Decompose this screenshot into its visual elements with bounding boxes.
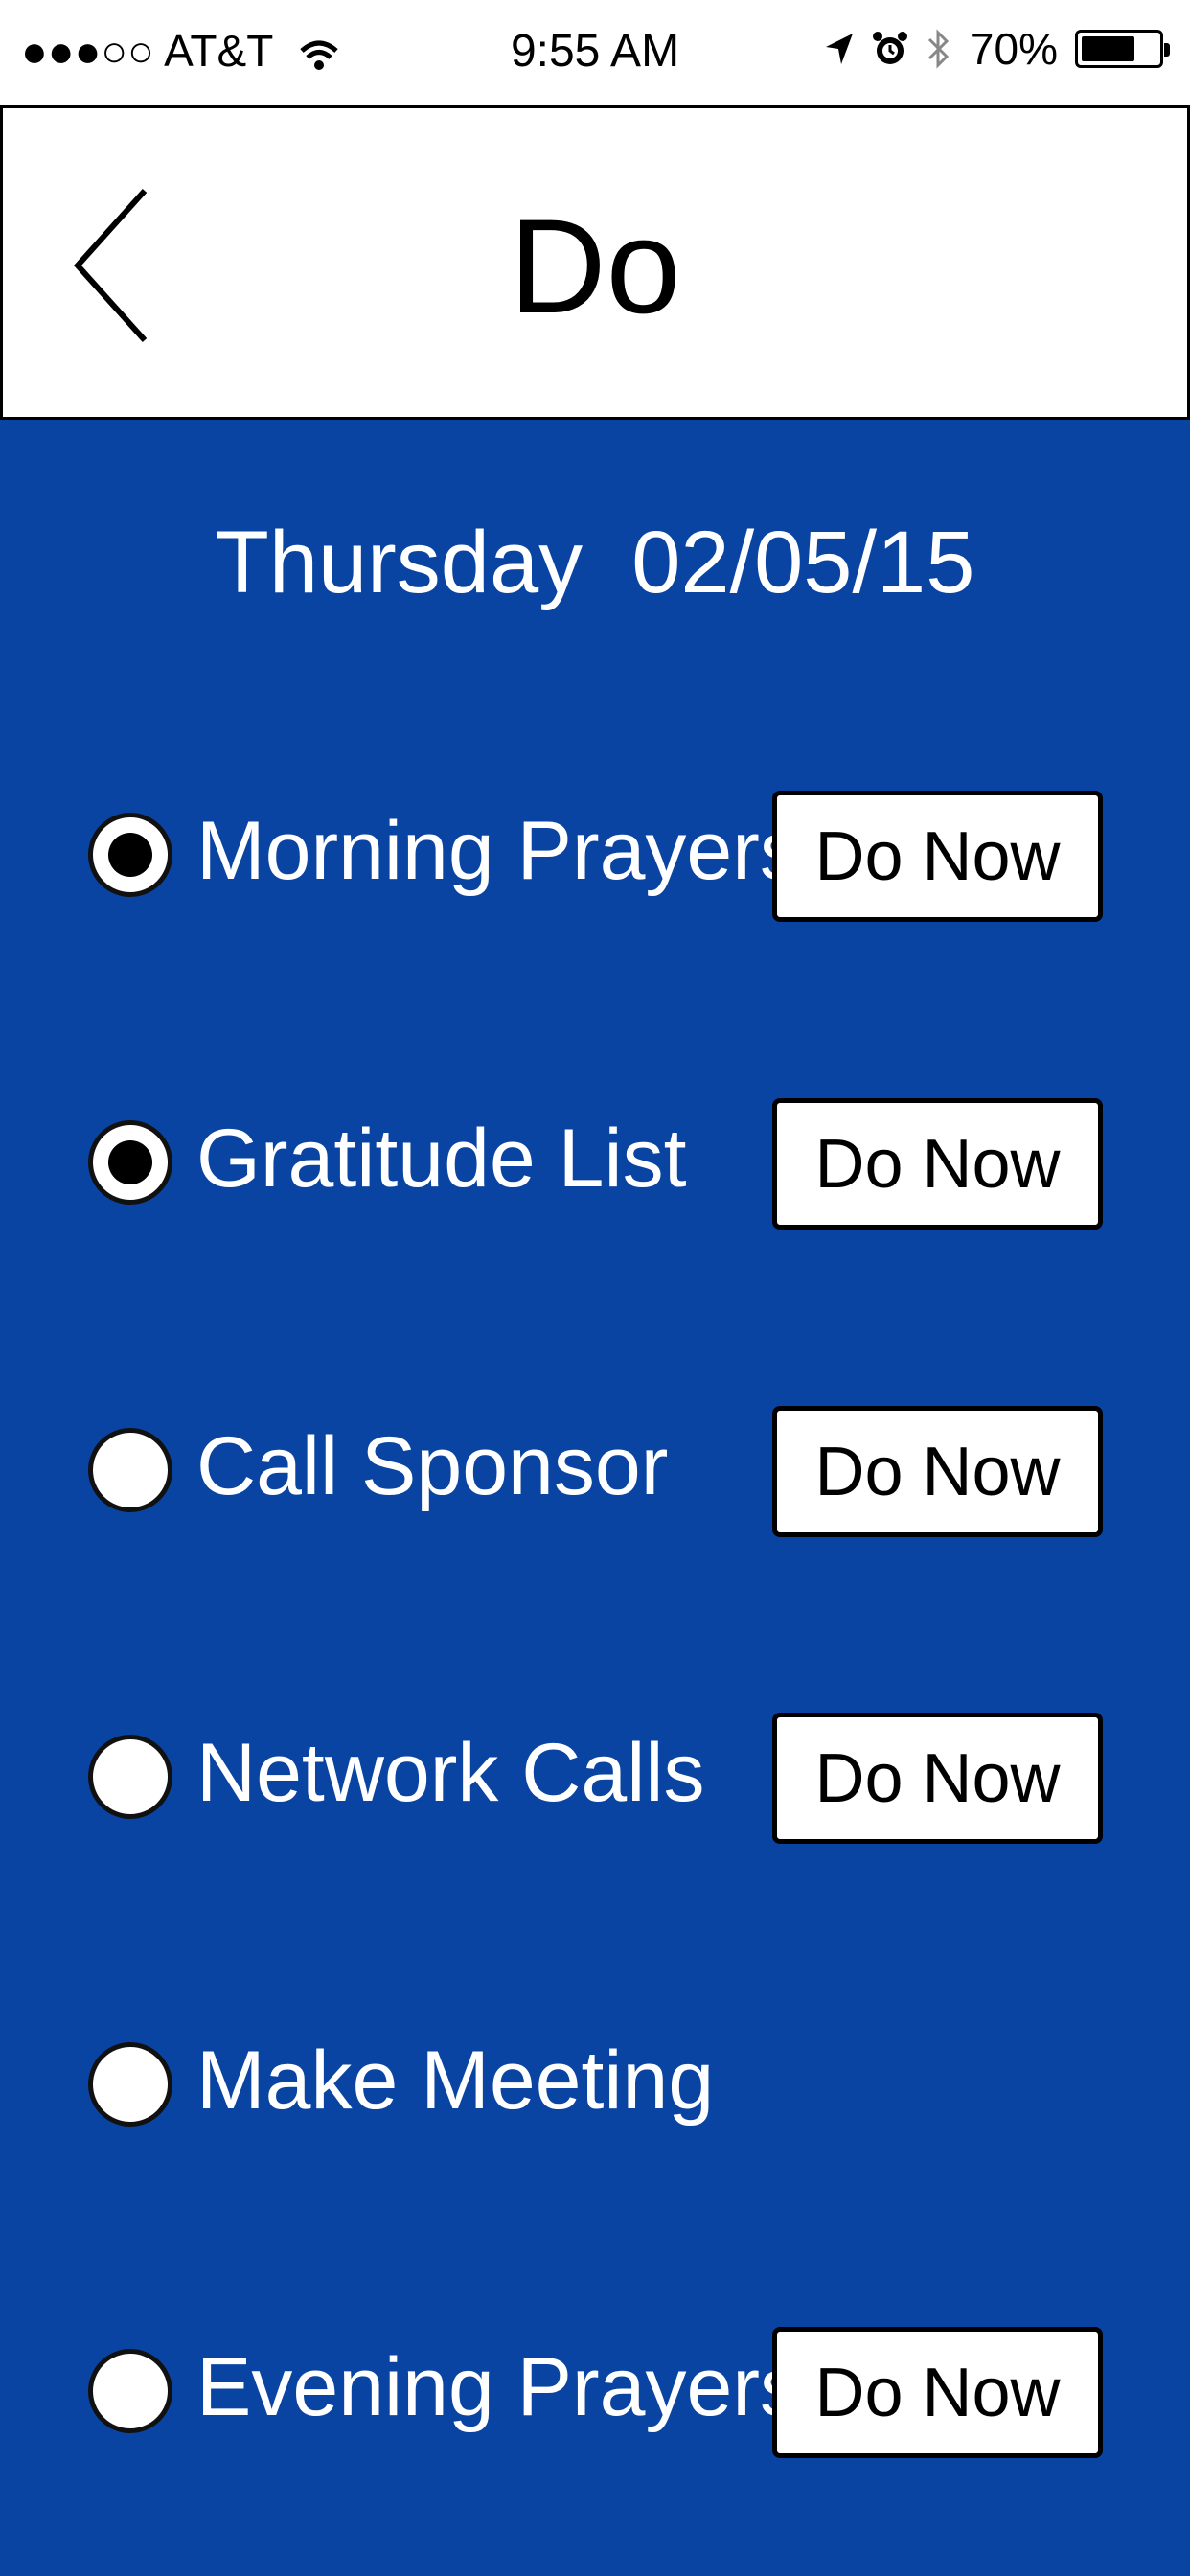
navigation-bar: Do xyxy=(0,105,1190,420)
task-label: Morning Prayers xyxy=(196,805,801,897)
task-checkbox[interactable] xyxy=(88,1735,172,1819)
task-row-make-meeting: Make Meeting xyxy=(0,2020,1190,2154)
status-right: 70% xyxy=(824,23,1170,75)
task-checkbox[interactable] xyxy=(88,2349,172,2433)
date-value: 02/05/15 xyxy=(631,514,975,611)
do-now-button[interactable]: Do Now xyxy=(772,2327,1103,2458)
date-header: Thursday 02/05/15 xyxy=(0,513,1190,613)
task-checkbox[interactable] xyxy=(88,1428,172,1512)
checked-dot xyxy=(108,1140,152,1184)
battery-fill xyxy=(1082,36,1134,61)
battery-percent: 70% xyxy=(969,24,1058,74)
checked-dot xyxy=(108,833,152,877)
do-now-button[interactable]: Do Now xyxy=(772,1406,1103,1537)
date-day: Thursday xyxy=(215,514,584,611)
task-row-call-sponsor: Call Sponsor Do Now xyxy=(0,1406,1190,1540)
task-label: Gratitude List xyxy=(196,1113,687,1205)
task-checkbox[interactable] xyxy=(88,813,172,897)
do-now-button[interactable]: Do Now xyxy=(772,791,1103,922)
task-label: Evening Prayers xyxy=(196,2341,801,2433)
task-checkbox[interactable] xyxy=(88,2042,172,2127)
battery-icon xyxy=(1075,30,1170,68)
location-arrow-icon xyxy=(825,34,853,64)
status-bar: ●●●○○ AT&T 9:55 AM 70% xyxy=(0,0,1190,105)
task-label: Make Meeting xyxy=(196,2035,715,2127)
task-row-gratitude-list: Gratitude List Do Now xyxy=(0,1098,1190,1232)
task-row-morning-prayers: Morning Prayers Do Now xyxy=(0,791,1190,925)
bluetooth-icon xyxy=(927,29,950,69)
task-row-evening-prayers: Evening Prayers Do Now xyxy=(0,2327,1190,2461)
task-checkbox[interactable] xyxy=(88,1120,172,1205)
task-label: Network Calls xyxy=(196,1727,705,1819)
do-now-button[interactable]: Do Now xyxy=(772,1098,1103,1230)
do-now-button[interactable]: Do Now xyxy=(772,1713,1103,1844)
alarm-clock-icon xyxy=(872,32,907,64)
page-title: Do xyxy=(509,191,681,341)
task-label: Call Sponsor xyxy=(196,1420,669,1512)
task-row-network-calls: Network Calls Do Now xyxy=(0,1713,1190,1847)
